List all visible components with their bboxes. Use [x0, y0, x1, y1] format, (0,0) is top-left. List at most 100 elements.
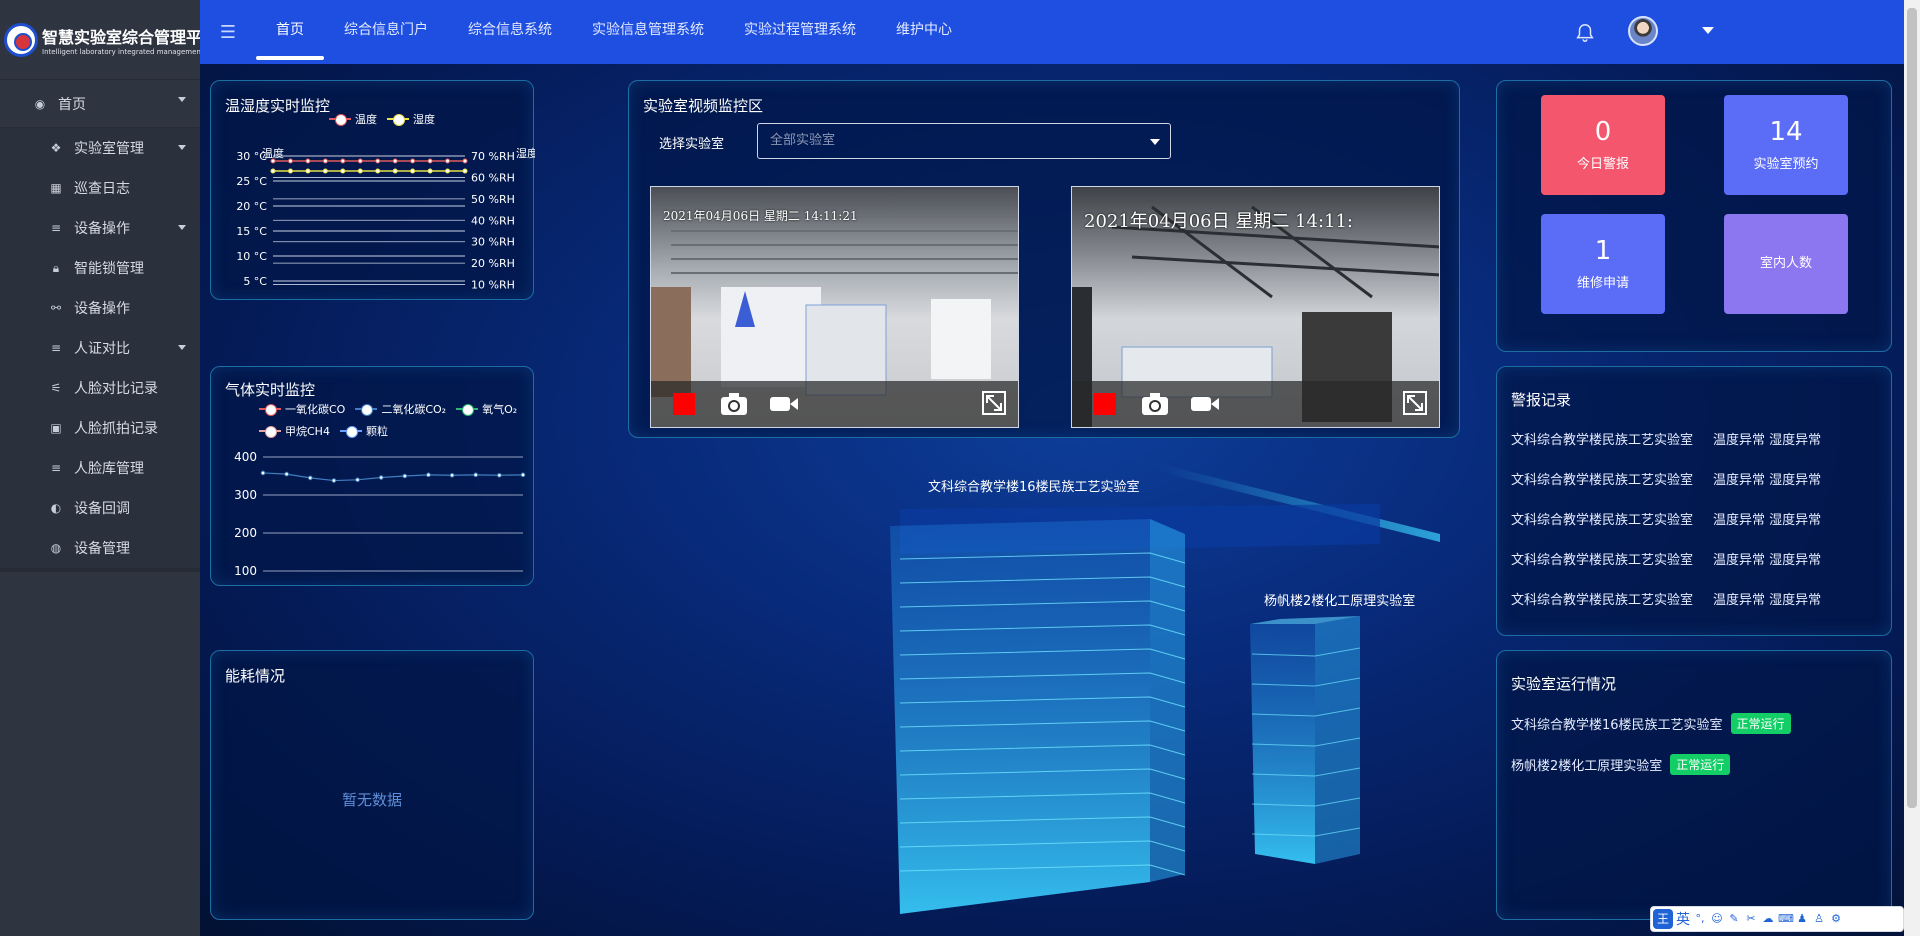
alarm-row[interactable]: 文科综合教学楼民族工艺实验室 温度异常 湿度异常	[1511, 469, 1821, 488]
data-point	[284, 471, 289, 477]
alarm-row[interactable]: 文科综合教学楼民族工艺实验室 温度异常 湿度异常	[1511, 429, 1821, 448]
stat-card-occupancy[interactable]: 室内人数	[1724, 214, 1848, 314]
stat-card-repairs[interactable]: 1 维修申请	[1541, 214, 1665, 314]
gas-panel: 气体实时监控 400300200100016:24:3016:25:0016:2…	[210, 366, 534, 586]
data-point	[392, 158, 398, 164]
ime-settings-icon[interactable]: ⚙	[1829, 912, 1843, 926]
nav-tab-5[interactable]: 维护中心	[876, 0, 972, 64]
data-point	[322, 168, 328, 174]
data-point	[497, 472, 502, 478]
data-point	[427, 158, 433, 164]
menu-fold-icon[interactable]: ☰	[200, 22, 256, 43]
data-point	[357, 158, 363, 164]
sidebar-item-9[interactable]: ≡ 人脸库管理	[0, 448, 200, 488]
image-icon: ▣	[50, 421, 62, 435]
sidebar-item-5[interactable]: ⚯ 设备操作	[0, 288, 200, 328]
y-tick: 300	[234, 488, 257, 502]
ime-pen-icon[interactable]: ✎	[1727, 912, 1741, 926]
sidebar-item-6[interactable]: ≡ 人证对比	[0, 328, 200, 368]
camera-snapshot-icon[interactable]	[1140, 391, 1170, 417]
scrollbar-thumb[interactable]	[1907, 8, 1917, 808]
legend-item-gas-3[interactable]: 甲烷CH4	[259, 423, 330, 439]
y-tick-left: 5 °C	[243, 275, 267, 288]
sidebar: 智慧实验室综合管理平台 Intelligent laboratory integ…	[0, 0, 236, 936]
building-label-1[interactable]: 文科综合教学楼16楼民族工艺实验室	[928, 476, 1140, 495]
building-yangfan[interactable]	[1250, 616, 1360, 864]
calendar-icon: ▦	[50, 181, 62, 195]
sidebar-item-7[interactable]: ⚟ 人脸对比记录	[0, 368, 200, 408]
sidebar-item-3[interactable]: ≡ 设备操作	[0, 208, 200, 248]
nav-tab-3[interactable]: 实验信息管理系统	[572, 0, 724, 64]
app-logo[interactable]: 智慧实验室综合管理平台 Intelligent laboratory integ…	[0, 0, 236, 80]
alarm-row[interactable]: 文科综合教学楼民族工艺实验室 温度异常 湿度异常	[1511, 549, 1821, 568]
alarm-row[interactable]: 文科综合教学楼民族工艺实验室 温度异常 湿度异常	[1511, 589, 1821, 608]
nav-tab-1[interactable]: 综合信息门户	[324, 0, 448, 64]
sidebar-item-10[interactable]: ◐ 设备回调	[0, 488, 200, 528]
fullscreen-icon[interactable]	[1403, 391, 1427, 415]
record-stop-button[interactable]	[673, 393, 695, 415]
data-point	[375, 168, 381, 174]
video-feed-2[interactable]: 2021年04月06日 星期二 14:11:	[1071, 186, 1440, 428]
data-point	[331, 478, 337, 483]
data-point	[305, 158, 311, 164]
ime-language-toggle[interactable]: 英	[1676, 909, 1690, 929]
data-point	[260, 470, 266, 476]
video-feed-1[interactable]: 2021年04月06日 星期二 14:11:21	[650, 186, 1019, 428]
lab-select[interactable]: 全部实验室	[757, 123, 1171, 159]
ime-keyboard-icon[interactable]: ⌨	[1778, 912, 1794, 926]
ime-toolbar[interactable]: 王 英 °, ☺ ✎ ✂ ☁ ⌨ ♟ ♙ ⚙	[1650, 906, 1904, 932]
sidebar-item-8[interactable]: ▣ 人脸抓拍记录	[0, 408, 200, 448]
user-avatar[interactable]	[1628, 16, 1658, 46]
data-point	[375, 158, 381, 164]
nav-tab-0[interactable]: 首页	[256, 0, 324, 64]
lab-status-row[interactable]: 杨帆楼2楼化工原理实验室 正常运行	[1511, 754, 1731, 775]
sidebar-item-2[interactable]: ▦ 巡查日志	[0, 168, 200, 208]
chevron-down-icon	[178, 145, 186, 150]
legend-item-gas-4[interactable]: 颗粒	[339, 423, 388, 439]
nav-tab-4[interactable]: 实验过程管理系统	[724, 0, 876, 64]
ime-shirt-icon[interactable]: ♙	[1812, 912, 1826, 926]
y-tick-right: 40 %RH	[471, 214, 515, 227]
sidebar-item-11[interactable]: ◍ 设备管理	[0, 528, 200, 568]
notification-bell-icon[interactable]	[1574, 22, 1596, 44]
user-circle-icon: ◍	[50, 541, 62, 555]
ime-scissors-icon[interactable]: ✂	[1744, 912, 1758, 926]
page-scrollbar[interactable]	[1904, 0, 1920, 936]
fullscreen-icon[interactable]	[982, 391, 1006, 415]
legend-item-gas-0[interactable]: 一氧化碳CO	[259, 401, 345, 417]
lab-status-name: 杨帆楼2楼化工原理实验室	[1511, 759, 1663, 774]
sidebar-item-label: 智能锁管理	[74, 261, 144, 277]
data-point	[462, 168, 468, 174]
stat-card-reservations[interactable]: 14 实验室预约	[1724, 95, 1848, 195]
ime-punct-icon[interactable]: °,	[1693, 912, 1707, 926]
sidebar-item-4[interactable]: 🔒︎ 智能锁管理	[0, 248, 200, 288]
data-point	[322, 158, 328, 164]
camera-snapshot-icon[interactable]	[719, 391, 749, 417]
y-tick-right: 70 %RH	[471, 150, 515, 163]
ime-emoji-icon[interactable]: ☺	[1710, 912, 1724, 926]
video-panel-title: 实验室视频监控区	[643, 97, 764, 115]
ime-user-icon[interactable]: ♟	[1795, 912, 1809, 926]
legend-item-gas-1[interactable]: 二氧化碳CO₂	[355, 401, 446, 417]
ime-logo-icon[interactable]: 王	[1653, 909, 1673, 929]
stat-card-alarms[interactable]: 0 今日警报	[1541, 95, 1665, 195]
sidebar-item-0[interactable]: ◉ 首页	[0, 80, 200, 128]
gas-legend-row-2: 甲烷CH4 颗粒	[259, 423, 388, 439]
lab-status-row[interactable]: 文科综合教学楼16楼民族工艺实验室 正常运行	[1511, 713, 1791, 734]
data-point	[270, 168, 276, 174]
data-point	[287, 158, 293, 164]
video-record-icon[interactable]	[1190, 395, 1220, 413]
building-humanities[interactable]	[890, 519, 1185, 914]
building-label-2[interactable]: 杨帆楼2楼化工原理实验室	[1264, 590, 1415, 609]
video-record-icon[interactable]	[769, 395, 799, 413]
user-dropdown-caret-icon[interactable]	[1702, 27, 1714, 34]
legend-item-gas-2[interactable]: 氧气O₂	[456, 401, 517, 417]
alarm-row[interactable]: 文科综合教学楼民族工艺实验室 温度异常 湿度异常	[1511, 509, 1821, 528]
data-point	[520, 472, 526, 478]
nav-tab-2[interactable]: 综合信息系统	[448, 0, 572, 64]
data-point	[357, 168, 363, 174]
ime-cloud-icon[interactable]: ☁	[1761, 912, 1775, 926]
data-point	[307, 475, 313, 481]
record-stop-button[interactable]	[1094, 393, 1116, 415]
sidebar-item-1[interactable]: ❖ 实验室管理	[0, 128, 200, 168]
